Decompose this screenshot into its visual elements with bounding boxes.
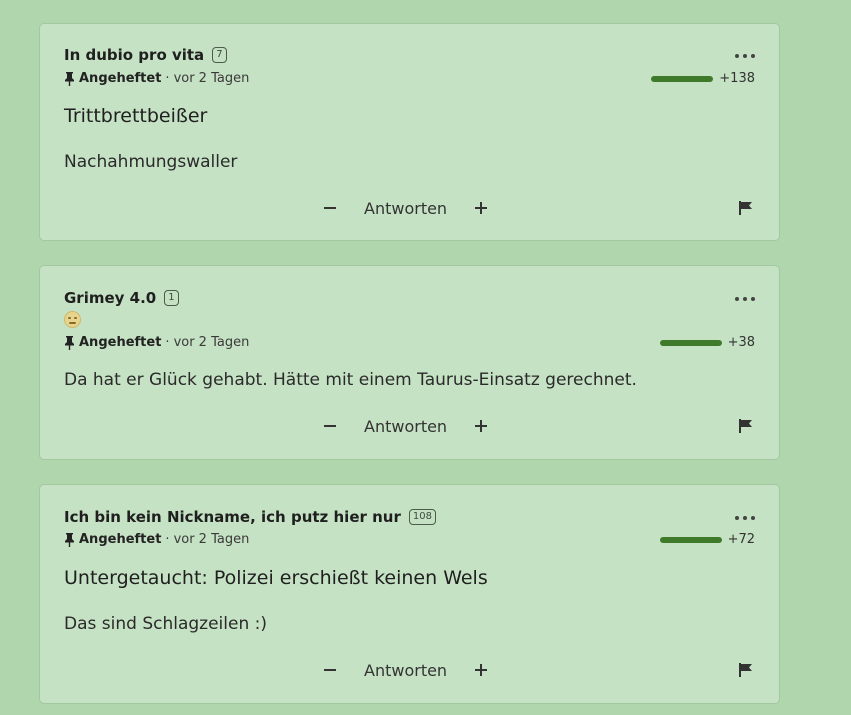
comment-body: Nachahmungswaller <box>64 152 238 172</box>
comment-feed: In dubio pro vita 7 Angeheftet · vor 2 T… <box>0 0 851 715</box>
plus-icon <box>475 420 488 432</box>
reply-button[interactable]: Antworten <box>364 661 447 680</box>
post-time: vor 2 Tagen <box>173 532 250 547</box>
reply-button[interactable]: Antworten <box>364 417 447 436</box>
plus-icon <box>475 202 488 214</box>
rating-bar <box>659 536 722 543</box>
rating-bar <box>659 339 722 346</box>
comment-card: Ich bin kein Nickname, ich putz hier nur… <box>40 485 779 703</box>
author-name[interactable]: Grimey 4.0 <box>64 289 156 307</box>
meta-separator: · <box>165 71 170 86</box>
report-flag-icon[interactable] <box>737 418 753 434</box>
upvote-button[interactable] <box>471 660 491 680</box>
upvote-button[interactable] <box>471 198 491 218</box>
meta-line: Angeheftet · vor 2 Tagen <box>64 71 249 86</box>
pin-icon <box>65 335 74 350</box>
pin-icon <box>65 532 74 547</box>
reply-button[interactable]: Antworten <box>364 199 447 218</box>
minus-icon <box>324 669 336 671</box>
frowning-face-icon <box>64 311 81 328</box>
pinned-label: Angeheftet <box>79 335 162 350</box>
rating-value: +138 <box>719 71 755 86</box>
author-line: Grimey 4.0 1 <box>64 289 179 307</box>
minus-icon <box>324 425 336 427</box>
plus-icon <box>475 664 488 676</box>
comment-card: Grimey 4.0 1 Angeheftet · vor 2 Tagen +3… <box>40 266 779 459</box>
more-options-icon[interactable] <box>735 513 755 523</box>
downvote-button[interactable] <box>320 198 340 218</box>
pinned-label: Angeheftet <box>79 71 162 86</box>
author-name[interactable]: Ich bin kein Nickname, ich putz hier nur <box>64 508 401 526</box>
post-time: vor 2 Tagen <box>173 71 250 86</box>
meta-separator: · <box>165 335 170 350</box>
comment-actions: Antworten <box>320 198 491 218</box>
comment-actions: Antworten <box>320 660 491 680</box>
author-line: Ich bin kein Nickname, ich putz hier nur… <box>64 508 436 526</box>
pin-icon <box>65 71 74 86</box>
rating-value: +72 <box>727 532 755 547</box>
more-options-icon[interactable] <box>735 294 755 304</box>
comment-body: Das sind Schlagzeilen :) <box>64 614 267 634</box>
comment-count-badge: 7 <box>212 47 227 63</box>
report-flag-icon[interactable] <box>737 200 753 216</box>
more-options-icon[interactable] <box>735 51 755 61</box>
meta-line: Angeheftet · vor 2 Tagen <box>64 335 249 350</box>
pinned-label: Angeheftet <box>79 532 162 547</box>
comment-title: Trittbrettbeißer <box>64 105 208 127</box>
meta-separator: · <box>165 532 170 547</box>
meta-line: Angeheftet · vor 2 Tagen <box>64 532 249 547</box>
rating: +38 <box>659 335 755 350</box>
rating-bar <box>651 75 714 82</box>
comment-count-badge: 1 <box>164 290 179 306</box>
downvote-button[interactable] <box>320 660 340 680</box>
rating: +138 <box>651 71 755 86</box>
author-line: In dubio pro vita 7 <box>64 46 227 64</box>
downvote-button[interactable] <box>320 416 340 436</box>
comment-body: Da hat er Glück gehabt. Hätte mit einem … <box>64 370 637 390</box>
rating-value: +38 <box>727 335 755 350</box>
comment-title: Untergetaucht: Polizei erschießt keinen … <box>64 567 488 589</box>
post-time: vor 2 Tagen <box>173 335 250 350</box>
comment-card: In dubio pro vita 7 Angeheftet · vor 2 T… <box>40 24 779 240</box>
author-name[interactable]: In dubio pro vita <box>64 46 204 64</box>
report-flag-icon[interactable] <box>737 662 753 678</box>
upvote-button[interactable] <box>471 416 491 436</box>
comment-actions: Antworten <box>320 416 491 436</box>
rating: +72 <box>659 532 755 547</box>
minus-icon <box>324 207 336 209</box>
comment-count-badge: 108 <box>408 509 436 525</box>
